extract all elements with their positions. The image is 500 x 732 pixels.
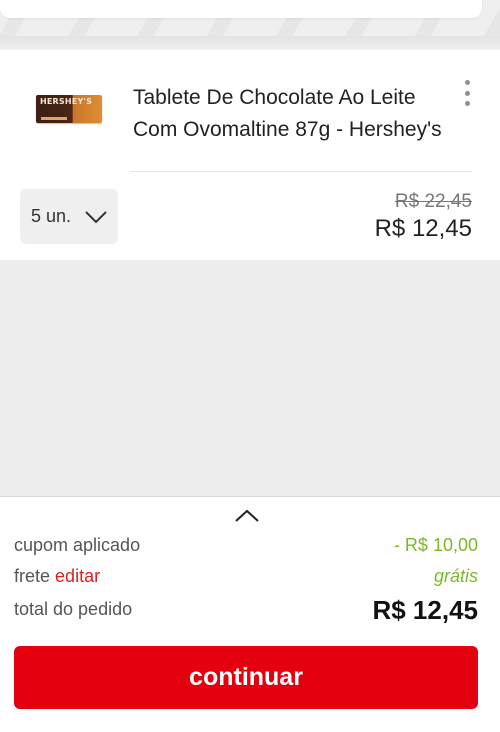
product-name[interactable]: Tablete De Chocolate Ao Leite Com Ovomal…: [133, 82, 453, 146]
quantity-select[interactable]: 5 un.: [20, 189, 118, 244]
chevron-down-icon: [85, 211, 107, 224]
shipping-edit-link[interactable]: editar: [55, 566, 100, 586]
order-summary: cupom aplicado - R$ 10,00 frete editar g…: [0, 496, 500, 732]
total-label: total do pedido: [14, 599, 133, 619]
product-image[interactable]: HERSHEY'S: [36, 95, 102, 123]
current-price: R$ 12,45: [374, 215, 472, 242]
shipping-label: frete: [14, 566, 51, 586]
cart-item-card: HERSHEY'S Tablete De Chocolate Ao Leite …: [0, 50, 500, 260]
previous-card-bottom-edge: [0, 0, 482, 18]
quantity-value: 5 un.: [31, 206, 72, 226]
coupon-label: cupom aplicado: [14, 535, 141, 555]
shipping-label-group: frete editar: [14, 566, 100, 587]
original-price: R$ 22,45: [394, 191, 472, 212]
shipping-value: grátis: [433, 566, 478, 586]
kebab-dot: [464, 101, 470, 106]
item-divider: [130, 171, 472, 172]
total-value: R$ 12,45: [372, 595, 478, 625]
chevron-up-icon[interactable]: [234, 509, 260, 523]
kebab-dot: [464, 90, 470, 96]
kebab-dot: [464, 80, 470, 85]
coupon-value: - R$ 10,00: [393, 535, 478, 555]
product-image-brand: HERSHEY'S: [40, 97, 93, 106]
divider-shadow: [0, 36, 500, 50]
continue-button[interactable]: continuar: [14, 646, 478, 709]
product-image-stripe: [41, 117, 67, 120]
previous-card-area: [0, 0, 500, 50]
kebab-menu-icon[interactable]: [460, 80, 474, 106]
